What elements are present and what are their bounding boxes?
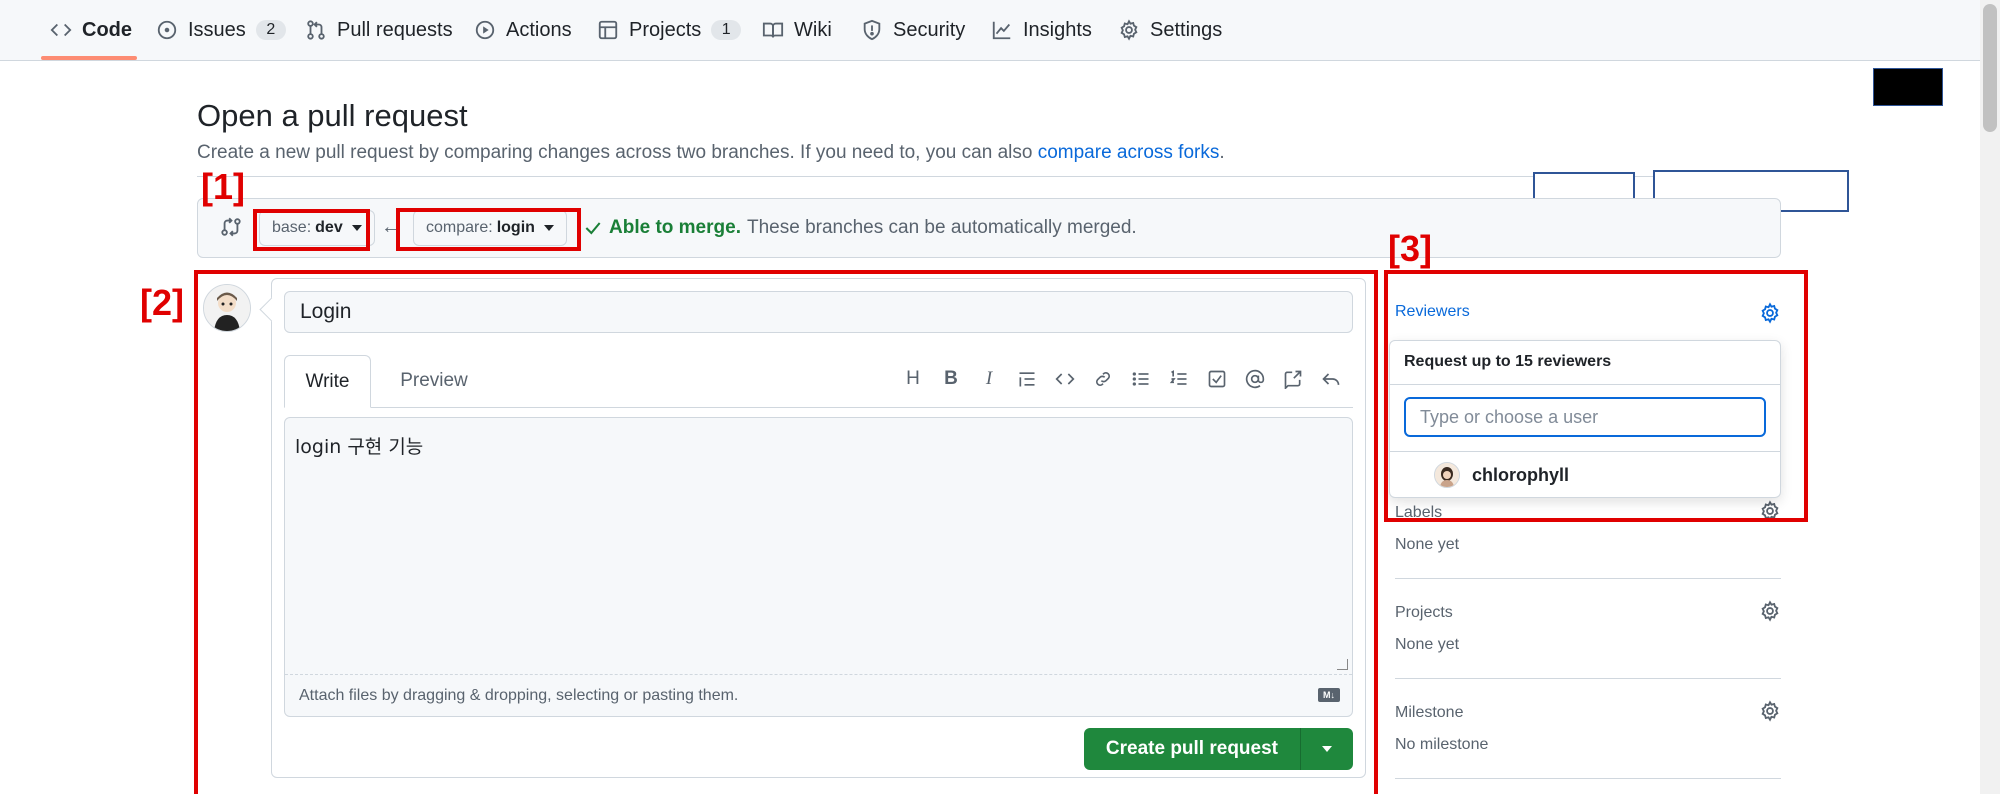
git-compare-icon xyxy=(221,217,241,237)
tab-insights[interactable]: Insights xyxy=(991,0,1092,60)
labels-value: None yet xyxy=(1395,536,1460,553)
check-icon xyxy=(585,222,601,235)
sidebar-divider xyxy=(1395,678,1781,679)
tab-label: Pull requests xyxy=(337,18,453,41)
projects-count-badge: 1 xyxy=(711,20,742,40)
issues-count-badge: 2 xyxy=(255,20,286,40)
merge-status: Able to merge. These branches can be aut… xyxy=(583,199,1137,257)
annotation-label-1: [1] xyxy=(201,166,245,207)
book-icon xyxy=(762,22,784,38)
merge-message: These branches can be automatically merg… xyxy=(746,217,1137,238)
milestone-value: No milestone xyxy=(1395,736,1489,753)
graph-icon xyxy=(992,21,1011,40)
page-title: Open a pull request xyxy=(197,98,468,133)
tab-pull-requests[interactable]: Pull requests xyxy=(305,0,453,60)
merge-ok-text: Able to merge. xyxy=(609,217,741,238)
tab-code[interactable]: Code xyxy=(50,0,132,60)
tab-security[interactable]: Security xyxy=(861,0,965,60)
tab-label: Projects xyxy=(629,18,702,41)
tab-label: Settings xyxy=(1150,18,1223,41)
projects-value: None yet xyxy=(1395,636,1460,653)
annotation-box-form xyxy=(194,270,1378,794)
scrollbar-thumb[interactable] xyxy=(1983,4,1997,132)
gear-icon[interactable] xyxy=(1759,700,1781,722)
repo-nav: Code Issues 2 Pull requests Actions Proj… xyxy=(0,0,1980,61)
page-scrollbar[interactable] xyxy=(1980,0,2000,794)
tab-label: Issues xyxy=(188,18,246,41)
play-icon xyxy=(475,20,495,40)
annotation-label-2: [2] xyxy=(140,282,184,323)
tab-label: Actions xyxy=(506,18,572,41)
pull-request-icon xyxy=(307,20,325,40)
issue-icon xyxy=(157,20,177,40)
annotation-box-base xyxy=(253,209,370,251)
tab-settings[interactable]: Settings xyxy=(1118,0,1222,60)
sidebar-divider xyxy=(1395,578,1781,579)
milestone-section: Milestone No milestone xyxy=(1395,700,1781,754)
tab-issues[interactable]: Issues 2 xyxy=(156,0,286,60)
description-suffix: . xyxy=(1219,142,1225,163)
code-icon xyxy=(50,23,72,37)
projects-heading[interactable]: Projects xyxy=(1395,604,1781,622)
gear-icon[interactable] xyxy=(1759,600,1781,622)
annotation-label-3: [3] xyxy=(1388,228,1432,269)
annotation-box-reviewers xyxy=(1384,270,1808,522)
tab-wiki[interactable]: Wiki xyxy=(762,0,832,60)
gear-icon xyxy=(1120,19,1138,41)
tab-label: Code xyxy=(82,18,132,41)
active-tab-underline xyxy=(41,56,137,60)
table-icon xyxy=(598,20,618,40)
tab-actions[interactable]: Actions xyxy=(474,0,572,60)
sidebar-divider xyxy=(1395,778,1781,779)
description-text: Create a new pull request by comparing c… xyxy=(197,142,1033,163)
milestone-heading[interactable]: Milestone xyxy=(1395,704,1781,722)
projects-section: Projects None yet xyxy=(1395,600,1781,654)
tab-projects[interactable]: Projects 1 xyxy=(597,0,742,60)
annotation-box-compare xyxy=(396,208,581,251)
compare-across-forks-link[interactable]: compare across forks xyxy=(1038,142,1220,163)
tab-label: Insights xyxy=(1023,18,1092,41)
tab-label: Wiki xyxy=(794,18,832,41)
redacted-block xyxy=(1873,68,1943,106)
shield-icon xyxy=(863,19,881,41)
page-description: Create a new pull request by comparing c… xyxy=(197,142,1225,164)
tab-label: Security xyxy=(893,18,966,41)
